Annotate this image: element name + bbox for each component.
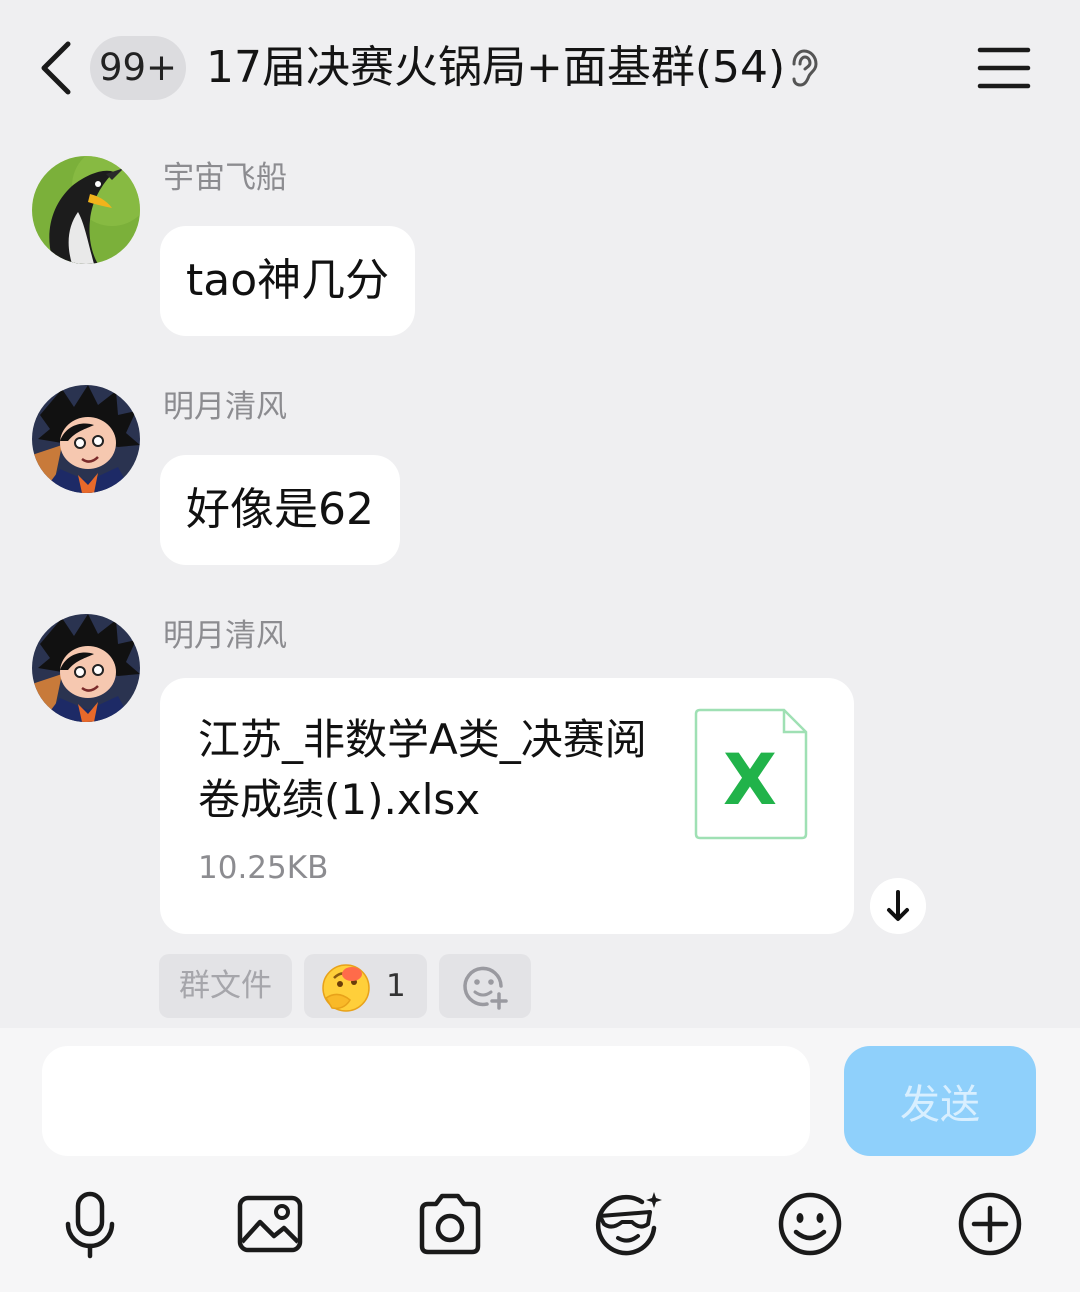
composer: 发送 — [0, 1028, 1080, 1292]
excel-file-icon: X — [694, 708, 808, 840]
file-message-card[interactable]: 江苏_非数学A类_决赛阅卷成绩(1).xlsx 10.25KB X — [160, 678, 854, 934]
message-bubble[interactable]: tao神几分 — [160, 226, 416, 336]
image-icon[interactable] — [234, 1188, 306, 1260]
file-size: 10.25KB — [198, 850, 329, 886]
sender-name: 明月清风 — [163, 389, 287, 425]
download-arrow-icon[interactable] — [870, 878, 926, 934]
chat-title[interactable]: 17届决赛火锅局+面基群(54) — [206, 36, 785, 100]
plus-circle-icon[interactable] — [954, 1188, 1026, 1260]
group-files-chip[interactable]: 群文件 — [159, 954, 292, 1018]
anime-boy-avatar[interactable] — [32, 385, 140, 493]
chevron-left-icon[interactable] — [34, 36, 82, 100]
message-bubble[interactable]: 好像是62 — [160, 455, 400, 565]
file-name: 江苏_非数学A类_决赛阅卷成绩(1).xlsx — [198, 715, 647, 824]
add-reaction-button[interactable] — [439, 954, 531, 1018]
microphone-icon[interactable] — [54, 1188, 126, 1260]
message-item: 明月清风 好像是62 — [0, 385, 1080, 575]
excel-x-glyph: X — [723, 739, 777, 821]
send-button[interactable]: 发送 — [844, 1046, 1036, 1156]
anime-boy-avatar[interactable] — [32, 614, 140, 722]
ear-icon[interactable] — [786, 48, 820, 88]
message-item: 明月清风 江苏_非数学A类_决赛阅卷成绩(1).xlsx 10.25KB X 群… — [0, 614, 1080, 1024]
camera-icon[interactable] — [414, 1188, 486, 1260]
hamburger-menu-icon[interactable] — [976, 44, 1032, 92]
message-input[interactable] — [42, 1046, 810, 1156]
chat-header: 99+ 17届决赛火锅局+面基群(54) — [0, 0, 1080, 136]
sticker-icon[interactable] — [592, 1188, 664, 1260]
reaction-count: 1 — [386, 968, 406, 1004]
unread-badge[interactable]: 99+ — [90, 36, 186, 100]
reaction-chip[interactable]: 1 — [304, 954, 427, 1018]
add-reaction-icon — [463, 966, 508, 1010]
sender-name: 宇宙飞船 — [163, 160, 287, 196]
message-item: 宇宙飞船 tao神几分 — [0, 156, 1080, 346]
penguin-avatar[interactable] — [32, 156, 140, 264]
emoji-icon[interactable] — [774, 1188, 846, 1260]
thinking-emoji-icon — [322, 964, 370, 1012]
sender-name: 明月清风 — [163, 618, 287, 654]
